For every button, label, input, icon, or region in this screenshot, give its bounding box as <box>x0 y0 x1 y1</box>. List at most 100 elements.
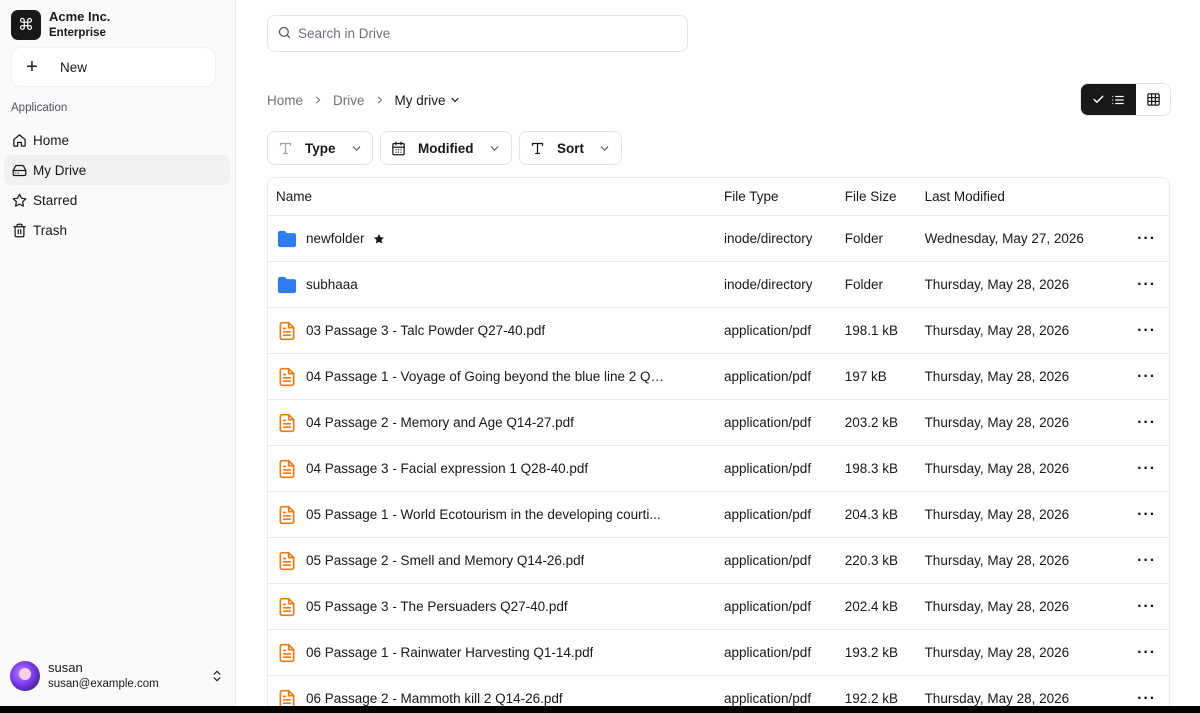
column-header-size[interactable]: File Size <box>845 189 925 204</box>
file-name-cell: 06 Passage 1 - Rainwater Harvesting Q1-1… <box>268 642 724 664</box>
modified-filter-dropdown[interactable]: Modified <box>380 131 512 165</box>
chevron-down-icon <box>449 94 461 106</box>
search-bar[interactable] <box>267 15 688 52</box>
row-actions-button[interactable]: ··· <box>1124 598 1169 614</box>
file-name-cell: 04 Passage 3 - Facial expression 1 Q28-4… <box>268 458 724 480</box>
breadcrumb: Home Drive My drive <box>267 90 461 110</box>
list-view-button[interactable] <box>1081 84 1136 115</box>
table-row[interactable]: 03 Passage 3 - Talc Powder Q27-40.pdf app… <box>268 308 1169 354</box>
file-name-cell: 06 Passage 2 - Mammoth kill 2 Q14-26.pdf <box>268 688 724 706</box>
row-actions-button[interactable]: ··· <box>1124 644 1169 660</box>
breadcrumb-drive[interactable]: Drive <box>333 93 365 108</box>
table-row[interactable]: subhaaa inode/directory Folder Thursday, Ma… <box>268 262 1169 308</box>
row-actions-button[interactable]: ··· <box>1124 368 1169 384</box>
modified-filter-label: Modified <box>418 140 474 156</box>
more-horizontal-icon: ··· <box>1137 229 1157 247</box>
more-horizontal-icon: ··· <box>1137 689 1157 706</box>
row-actions-button[interactable]: ··· <box>1124 414 1169 430</box>
row-actions-button[interactable]: ··· <box>1124 229 1169 247</box>
table-row[interactable]: 06 Passage 1 - Rainwater Harvesting Q1-1… <box>268 630 1169 676</box>
main-content: Home Drive My drive <box>236 0 1200 706</box>
grid-view-button[interactable] <box>1136 84 1170 115</box>
table-row[interactable]: 04 Passage 1 - Voyage of Going beyond th… <box>268 354 1169 400</box>
sort-dropdown[interactable]: Sort <box>519 131 622 165</box>
file-name-cell: 05 Passage 1 - World Ecotourism in the d… <box>268 504 724 526</box>
table-row[interactable]: 04 Passage 3 - Facial expression 1 Q28-4… <box>268 446 1169 492</box>
sidebar-item-label: Starred <box>33 192 78 208</box>
file-name: 05 Passage 2 - Smell and Memory Q14-26.p… <box>306 553 585 568</box>
pdf-file-icon <box>276 504 298 526</box>
sidebar-item-my-drive[interactable]: My Drive <box>4 155 230 185</box>
table-row[interactable]: 05 Passage 2 - Smell and Memory Q14-26.p… <box>268 538 1169 584</box>
file-type-cell: application/pdf <box>724 323 812 338</box>
sidebar-nav: Home My Drive Starred Trash <box>4 125 230 245</box>
last-modified-cell: Wednesday, May 27, 2026 <box>924 231 1084 246</box>
table-row[interactable]: 05 Passage 1 - World Ecotourism in the d… <box>268 492 1169 538</box>
file-size-cell: Folder <box>844 277 883 292</box>
last-modified-cell: Thursday, May 28, 2026 <box>924 553 1070 568</box>
pdf-file-icon <box>276 412 298 434</box>
sidebar-item-label: Trash <box>33 222 68 238</box>
app-window: ⌘ Acme Inc. Enterprise + New Application… <box>0 0 1200 706</box>
file-size-cell: 198.1 kB <box>844 323 899 338</box>
avatar <box>10 661 40 691</box>
pdf-file-icon <box>276 458 298 480</box>
column-header-name[interactable]: Name <box>268 189 724 204</box>
table-row[interactable]: 06 Passage 2 - Mammoth kill 2 Q14-26.pdf… <box>268 676 1169 706</box>
breadcrumb-current[interactable]: My drive <box>395 93 461 108</box>
last-modified-cell: Thursday, May 28, 2026 <box>924 645 1070 660</box>
column-header-type[interactable]: File Type <box>724 189 845 204</box>
search-input[interactable] <box>298 26 658 41</box>
last-modified-cell: Thursday, May 28, 2026 <box>924 277 1070 292</box>
brand-plan: Enterprise <box>49 27 106 39</box>
file-name: 06 Passage 1 - Rainwater Harvesting Q1-1… <box>306 645 594 660</box>
sidebar-item-starred[interactable]: Starred <box>4 185 230 215</box>
pdf-file-icon <box>276 688 298 706</box>
row-actions-button[interactable]: ··· <box>1124 276 1169 292</box>
row-actions-button[interactable]: ··· <box>1124 552 1169 568</box>
last-modified-cell: Thursday, May 28, 2026 <box>924 599 1070 614</box>
view-toggle <box>1080 83 1171 116</box>
sidebar-item-home[interactable]: Home <box>4 125 230 155</box>
chevron-down-icon <box>488 142 501 155</box>
pdf-file-icon <box>276 642 298 664</box>
table-row[interactable]: newfolder inode/directory Folder Wednesday,… <box>268 216 1169 262</box>
type-filter-dropdown[interactable]: Type <box>267 131 373 165</box>
brand-name: Acme Inc. <box>49 9 111 24</box>
chevron-right-icon <box>312 94 324 106</box>
last-modified-cell: Thursday, May 28, 2026 <box>924 415 1070 430</box>
table-row[interactable]: 05 Passage 3 - The Persuaders Q27-40.pdf… <box>268 584 1169 630</box>
column-header-modified[interactable]: Last Modified <box>925 189 1125 204</box>
sort-label: Sort <box>557 140 584 156</box>
file-name-cell: 04 Passage 2 - Memory and Age Q14-27.pdf <box>268 412 724 434</box>
trash-icon <box>11 222 27 238</box>
chevron-right-icon <box>374 94 386 106</box>
file-size-cell: 203.2 kB <box>844 415 899 430</box>
file-size-cell: 192.2 kB <box>844 691 899 706</box>
calendar-icon <box>391 141 406 156</box>
type-filter-label: Type <box>305 140 336 156</box>
new-button[interactable]: + New <box>12 48 215 86</box>
file-type-cell: inode/directory <box>724 277 813 292</box>
grid-icon <box>1146 92 1161 107</box>
row-actions-button[interactable]: ··· <box>1124 506 1169 522</box>
pdf-file-icon <box>276 320 298 342</box>
sidebar: ⌘ Acme Inc. Enterprise + New Application… <box>0 0 236 706</box>
row-actions-button[interactable]: ··· <box>1124 689 1169 706</box>
table-row[interactable]: 04 Passage 2 - Memory and Age Q14-27.pdf… <box>268 400 1169 446</box>
sidebar-item-trash[interactable]: Trash <box>4 215 230 245</box>
row-actions-button[interactable]: ··· <box>1124 460 1169 476</box>
user-menu[interactable]: susan susan@example.com <box>10 659 225 693</box>
file-name: 05 Passage 1 - World Ecotourism in the d… <box>306 507 661 522</box>
last-modified-cell: Thursday, May 28, 2026 <box>924 323 1070 338</box>
drive-icon <box>11 162 27 178</box>
file-type-cell: inode/directory <box>724 231 813 246</box>
pdf-file-icon <box>276 596 298 618</box>
row-actions-button[interactable]: ··· <box>1124 322 1169 338</box>
file-type-cell: application/pdf <box>724 369 812 384</box>
brand-switcher[interactable]: ⌘ Acme Inc. Enterprise <box>11 9 110 41</box>
file-name: 05 Passage 3 - The Persuaders Q27-40.pdf <box>306 599 568 614</box>
sidebar-item-label: Home <box>33 132 70 148</box>
breadcrumb-home[interactable]: Home <box>267 93 303 108</box>
last-modified-cell: Thursday, May 28, 2026 <box>924 507 1070 522</box>
